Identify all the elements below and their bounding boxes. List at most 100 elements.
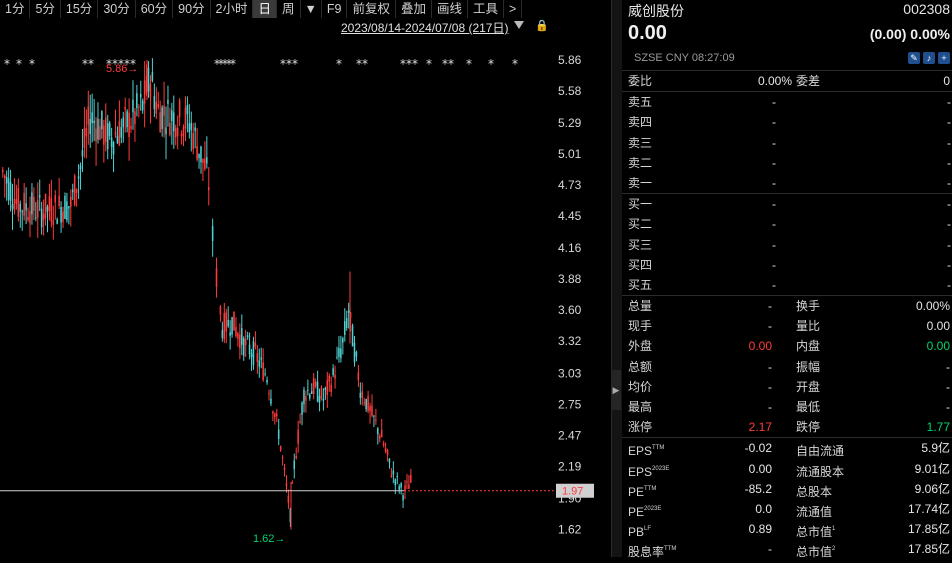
fundamental-row: PBLF 0.89 总市值1 17.85亿 — [622, 519, 952, 539]
candle-body — [186, 105, 189, 115]
candle-body — [132, 99, 134, 113]
stat-value: - — [768, 299, 772, 314]
candle-body — [159, 112, 161, 133]
candle-body — [95, 128, 97, 142]
stat-row: 总量 - 换手 0.00% — [622, 296, 952, 316]
candle-body — [355, 351, 358, 357]
event-star-icon[interactable]: * — [362, 57, 368, 71]
event-star-icon[interactable]: * — [292, 57, 298, 71]
event-star-icon[interactable]: * — [29, 57, 35, 71]
candle-body — [25, 203, 27, 211]
collapse-arrow-icon[interactable]: ▶ — [611, 370, 621, 410]
candle-body — [369, 406, 371, 412]
candle-body — [155, 101, 158, 114]
candle-body — [7, 178, 10, 200]
candle-body — [147, 67, 150, 92]
candle-body — [124, 107, 126, 110]
candle-body — [64, 195, 66, 219]
level-label: 买四 — [628, 257, 653, 272]
candle-body — [262, 362, 264, 381]
event-star-icon[interactable]: * — [488, 57, 494, 71]
stat-label: 外盘 — [628, 339, 653, 354]
candle-body — [103, 125, 105, 145]
y-tick-label: 5.01 — [558, 147, 582, 161]
candle-body — [188, 123, 191, 133]
fundamental-value: 9.01亿 — [914, 461, 950, 476]
candle-body — [79, 165, 82, 170]
fundamental-row: 股息率TTM - 总市值2 17.85亿 — [622, 539, 952, 559]
candle-body — [328, 375, 330, 382]
event-star-icon[interactable]: * — [230, 57, 236, 71]
level-price: - — [772, 257, 776, 272]
level-label: 卖五 — [628, 95, 653, 110]
stat-value: 0.00 — [748, 339, 772, 354]
level-label: 买二 — [628, 217, 653, 232]
candle-body — [309, 394, 311, 399]
stat-row: 现手 - 量比 0.00 — [622, 316, 952, 336]
event-star-icon[interactable]: * — [448, 57, 454, 71]
candle-body — [11, 204, 14, 209]
candle-body — [101, 111, 103, 130]
candle-body — [70, 196, 72, 207]
stat-label: 涨停 — [628, 420, 653, 435]
candle-body — [316, 381, 319, 402]
level-price: - — [772, 175, 776, 190]
candle-body — [291, 482, 294, 484]
level-label: 卖一 — [628, 175, 653, 190]
candle-body — [361, 391, 364, 399]
candle-body — [136, 93, 138, 108]
low-price-label: 1.62→ — [253, 533, 285, 545]
kline-chart-area[interactable]: 1分 5分 15分 30分 60分 90分 2小时日周 ▼ F9 前复权 叠加 画线 工具 > 2023/… — [0, 0, 611, 557]
event-star-icon[interactable]: * — [88, 57, 94, 71]
candle-body — [68, 206, 70, 209]
stat-row: 外盘 0.00 内盘 0.00 — [622, 336, 952, 356]
candle-body — [357, 372, 360, 381]
candle-body — [38, 195, 41, 198]
event-star-icon[interactable]: * — [336, 57, 342, 71]
candle-body — [184, 107, 187, 129]
y-tick-label: 1.62 — [558, 522, 582, 536]
candle-body — [235, 326, 237, 336]
stat-label: 跌停 — [796, 420, 821, 435]
candle-body — [114, 131, 117, 136]
event-star-icon[interactable]: * — [426, 57, 432, 71]
candle-body — [143, 80, 146, 104]
candle-body — [248, 344, 251, 355]
candle-body — [13, 198, 16, 211]
fundamental-label-text: 流通值 — [796, 504, 833, 519]
candle-body — [394, 479, 397, 486]
candle-body — [29, 210, 31, 224]
candle-body — [130, 125, 132, 129]
candle-body — [104, 117, 107, 142]
level-price: - — [772, 155, 776, 170]
candle-body — [324, 387, 327, 391]
event-star-icon[interactable]: * — [512, 57, 518, 71]
fundamental-label-sup: TTM — [652, 445, 665, 452]
y-tick-label: 5.86 — [558, 53, 582, 67]
stat-value: 2.17 — [748, 420, 772, 435]
high-price-label: 5.86→ — [106, 63, 138, 75]
candle-body — [116, 135, 119, 144]
edit-icon[interactable]: ✎ — [908, 52, 920, 64]
candle-body — [169, 122, 171, 136]
add-icon[interactable]: + — [938, 52, 950, 64]
candle-body — [52, 220, 55, 226]
fundamental-value: -0.02 — [744, 441, 772, 456]
orderbook-row: 卖三 - - — [622, 133, 952, 153]
candle-body — [215, 268, 218, 287]
candle-body — [353, 343, 356, 363]
stat-row: 均价 - 开盘 - — [622, 377, 952, 397]
candle-body — [310, 391, 313, 394]
candle-body — [400, 483, 402, 488]
candle-body — [40, 208, 43, 228]
level-price: - — [772, 197, 776, 212]
stat-label: 量比 — [796, 319, 821, 334]
event-star-icon[interactable]: * — [466, 57, 472, 71]
candle-body — [386, 449, 389, 455]
event-star-icon[interactable]: * — [16, 57, 22, 71]
event-star-icon[interactable]: * — [4, 57, 10, 71]
bell-icon[interactable]: ♪ — [923, 52, 935, 64]
event-star-icon[interactable]: * — [412, 57, 418, 71]
candle-body — [384, 448, 387, 452]
candlestick-chart[interactable]: 5.86 5.58 5.29 5.01 4.73 4.45 4.16 3.88 3.60 3.32… — [0, 0, 611, 557]
